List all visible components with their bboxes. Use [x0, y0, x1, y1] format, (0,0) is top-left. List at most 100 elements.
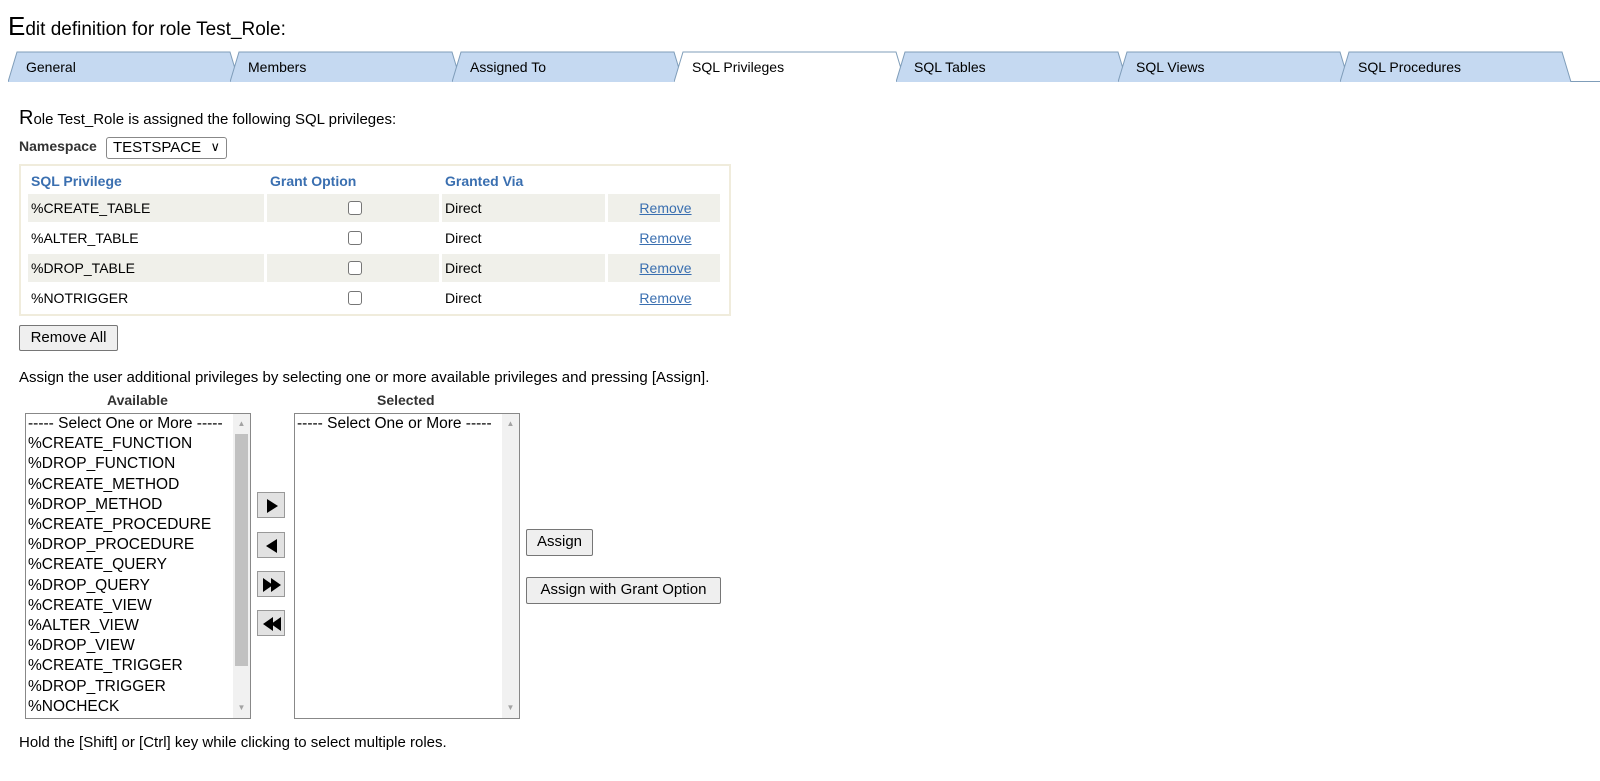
- namespace-label: Namespace: [19, 138, 97, 154]
- assign-instructions: Assign the user additional privileges by…: [19, 369, 710, 386]
- multi-select-hint: Hold the [Shift] or [Ctrl] key while cli…: [19, 734, 447, 751]
- grant-option-checkbox[interactable]: [347, 231, 362, 245]
- table-row: %NOTRIGGER Direct Remove: [28, 284, 720, 314]
- selected-listbox[interactable]: ----- Select One or More ----- ▲ ▼: [294, 413, 520, 719]
- tab-sql-views[interactable]: SQL Views: [1118, 51, 1350, 82]
- grant-option-cell: [267, 284, 439, 314]
- list-item[interactable]: %CREATE_PROCEDURE: [26, 515, 250, 535]
- tab-label: SQL Procedures: [1358, 59, 1461, 75]
- namespace-value: TESTSPACE: [113, 139, 202, 156]
- tab-sql-privileges[interactable]: SQL Privileges: [674, 51, 906, 82]
- title-text: dit definition for role Test_Role:: [25, 19, 286, 40]
- granted-via-cell: Direct: [442, 194, 605, 224]
- list-item[interactable]: %ALTER_VIEW: [26, 616, 250, 636]
- tab-label: SQL Views: [1136, 59, 1205, 75]
- chevron-down-icon: ∨: [210, 139, 220, 154]
- grant-option-cell: [267, 224, 439, 254]
- tab-bar: General Members Assigned To SQL Privileges S…: [8, 51, 1600, 83]
- grant-option-cell: [267, 254, 439, 284]
- scroll-down-icon[interactable]: ▼: [502, 700, 519, 716]
- section-description: Role Test_Role is assigned the following…: [19, 107, 396, 130]
- available-scrollbar[interactable]: ▲ ▼: [233, 414, 250, 718]
- privilege-cell: %DROP_TABLE: [28, 254, 264, 284]
- move-all-right-button[interactable]: [257, 571, 285, 597]
- remove-all-button[interactable]: Remove All: [19, 325, 118, 351]
- table-row: %DROP_TABLE Direct Remove: [28, 254, 720, 284]
- move-all-left-button[interactable]: [257, 610, 285, 636]
- column-header-privilege: SQL Privilege: [31, 173, 122, 189]
- namespace-select[interactable]: TESTSPACE ∨: [106, 137, 227, 159]
- arrow-right-icon: [267, 499, 278, 513]
- title-initial: E: [8, 11, 26, 41]
- list-item[interactable]: %CREATE_METHOD: [26, 475, 250, 495]
- selected-scrollbar[interactable]: ▲ ▼: [502, 414, 519, 718]
- column-header-granted-via: Granted Via: [445, 173, 524, 189]
- granted-via-cell: Direct: [442, 224, 605, 254]
- scroll-down-icon[interactable]: ▼: [233, 700, 250, 716]
- action-cell: Remove: [608, 194, 720, 224]
- double-arrow-right-icon: [263, 578, 281, 592]
- scroll-up-icon[interactable]: ▲: [233, 416, 250, 432]
- tab-members[interactable]: Members: [230, 51, 462, 82]
- tab-label: Assigned To: [470, 59, 547, 75]
- tab-sql-procedures[interactable]: SQL Procedures: [1340, 51, 1572, 82]
- list-item[interactable]: %NOCHECK: [26, 697, 250, 717]
- remove-link[interactable]: Remove: [611, 200, 720, 216]
- grant-option-checkbox[interactable]: [347, 261, 362, 275]
- table-row: %CREATE_TABLE Direct Remove: [28, 194, 720, 224]
- desc-initial: R: [19, 107, 34, 129]
- column-header-grant-option: Grant Option: [270, 173, 357, 189]
- list-item[interactable]: %CREATE_TRIGGER: [26, 656, 250, 676]
- list-item[interactable]: %CREATE_VIEW: [26, 596, 250, 616]
- privilege-cell: %ALTER_TABLE: [28, 224, 264, 254]
- desc-text: ole Test_Role is assigned the following …: [33, 111, 397, 128]
- selected-header: Selected: [377, 392, 435, 408]
- grant-option-checkbox[interactable]: [347, 201, 362, 215]
- list-item[interactable]: %DROP_QUERY: [26, 576, 250, 596]
- list-item[interactable]: %CREATE_QUERY: [26, 555, 250, 575]
- action-cell: Remove: [608, 284, 720, 314]
- available-items: ----- Select One or More ----- %CREATE_FU…: [26, 414, 250, 717]
- page-title: Edit definition for role Test_Role:: [8, 11, 286, 42]
- double-arrow-left-icon: [263, 617, 281, 631]
- tab-label: SQL Privileges: [692, 59, 785, 75]
- privilege-cell: %CREATE_TABLE: [28, 194, 264, 224]
- remove-link[interactable]: Remove: [611, 290, 720, 306]
- privileges-table: SQL Privilege Grant Option Granted Via %…: [25, 168, 723, 314]
- list-item[interactable]: %DROP_FUNCTION: [26, 454, 250, 474]
- list-item[interactable]: %DROP_TRIGGER: [26, 677, 250, 697]
- remove-link[interactable]: Remove: [611, 230, 720, 246]
- privilege-cell: %NOTRIGGER: [28, 284, 264, 314]
- move-right-button[interactable]: [257, 492, 285, 518]
- granted-via-cell: Direct: [442, 284, 605, 314]
- assign-button[interactable]: Assign: [526, 529, 593, 556]
- column-header-actions: [608, 168, 720, 194]
- scroll-thumb[interactable]: [235, 434, 248, 666]
- action-cell: Remove: [608, 254, 720, 284]
- tab-assigned-to[interactable]: Assigned To: [452, 51, 684, 82]
- move-left-button[interactable]: [257, 532, 285, 558]
- list-item[interactable]: %DROP_PROCEDURE: [26, 535, 250, 555]
- action-cell: Remove: [608, 224, 720, 254]
- list-item[interactable]: %DROP_VIEW: [26, 636, 250, 656]
- list-item[interactable]: ----- Select One or More -----: [26, 414, 250, 434]
- list-item[interactable]: %DROP_METHOD: [26, 495, 250, 515]
- tab-label: SQL Tables: [914, 59, 986, 75]
- available-listbox[interactable]: ----- Select One or More ----- %CREATE_FU…: [25, 413, 251, 719]
- granted-via-cell: Direct: [442, 254, 605, 284]
- selected-items: ----- Select One or More -----: [295, 414, 519, 434]
- assign-with-grant-option-button[interactable]: Assign with Grant Option: [526, 577, 721, 604]
- list-item[interactable]: ----- Select One or More -----: [295, 414, 519, 434]
- available-header: Available: [107, 392, 168, 408]
- scroll-up-icon[interactable]: ▲: [502, 416, 519, 432]
- tab-sql-tables[interactable]: SQL Tables: [896, 51, 1128, 82]
- grant-option-cell: [267, 194, 439, 224]
- tab-label: Members: [248, 59, 307, 75]
- list-item[interactable]: %CREATE_FUNCTION: [26, 434, 250, 454]
- grant-option-checkbox[interactable]: [347, 291, 362, 305]
- remove-link[interactable]: Remove: [611, 260, 720, 276]
- table-row: %ALTER_TABLE Direct Remove: [28, 224, 720, 254]
- privileges-table-box: SQL Privilege Grant Option Granted Via %…: [19, 164, 731, 316]
- tab-general[interactable]: General: [8, 51, 240, 82]
- tab-label: General: [26, 59, 76, 75]
